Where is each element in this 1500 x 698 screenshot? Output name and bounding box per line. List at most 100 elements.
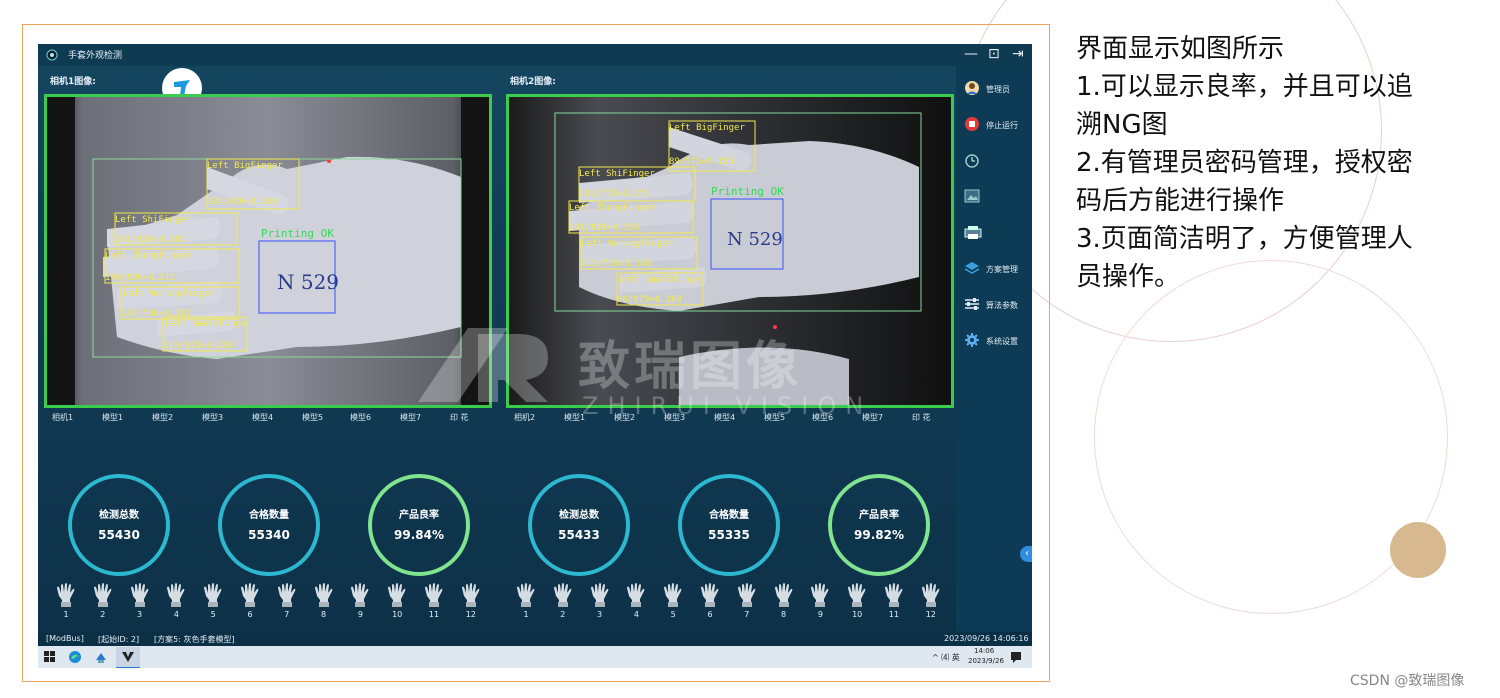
cam2-overlay-4-score: 98/579=0.169	[617, 295, 683, 305]
user-icon	[965, 81, 979, 95]
exit-button[interactable]: ⇥	[1012, 46, 1024, 62]
sidebar: 管理员 停止运行 方案管理 算法参数 系统设置 ‹	[956, 66, 1032, 632]
cam1-tab-model5[interactable]: 模型5	[302, 412, 323, 423]
glove-slot[interactable]: 8	[312, 582, 336, 619]
glove-slot-number: 3	[597, 610, 603, 619]
system-tray[interactable]: ^ ⑷ 英	[932, 652, 960, 663]
glove-slot-number: 9	[817, 610, 823, 619]
glove-icon	[885, 583, 903, 607]
sidebar-item-scheme[interactable]: 方案管理	[964, 260, 1032, 280]
glove-icon	[167, 583, 185, 607]
cam1-tab-print[interactable]: 印 花	[450, 412, 469, 423]
glove-slot[interactable]: 9	[808, 582, 832, 619]
windows-start-icon[interactable]	[44, 651, 56, 663]
glove-slot[interactable]: 12	[919, 582, 943, 619]
note-line: 2.有管理员密码管理，授权密	[1076, 148, 1413, 178]
sidebar-item-print[interactable]	[964, 224, 1032, 244]
gauge-value: 55335	[708, 528, 750, 542]
cam1-overlay-3-name: Left WumingFinger	[123, 289, 216, 299]
glove-slot-number: 6	[247, 610, 253, 619]
glove-slot[interactable]: 12	[459, 582, 483, 619]
glove-slot[interactable]: 1	[54, 582, 78, 619]
cam1-overlay-3-score: 147/786=0.187	[121, 309, 192, 319]
sidebar-item-algorithm[interactable]: 算法参数	[964, 296, 1032, 316]
sidebar-item-stop[interactable]: 停止运行	[964, 116, 1032, 136]
glove-slot[interactable]: 7	[735, 582, 759, 619]
sidebar-item-admin[interactable]: 管理员	[964, 80, 1032, 100]
glove-slot-number: 5	[670, 610, 676, 619]
chevron-left-icon: ‹	[1025, 548, 1029, 559]
glove-icon	[277, 583, 296, 607]
sidebar-item-images[interactable]	[964, 188, 1032, 208]
glove-slot[interactable]: 9	[348, 582, 372, 619]
glove-slot[interactable]: 3	[588, 582, 612, 619]
glove-slot[interactable]: 2	[551, 582, 575, 619]
cam2-tab-camera[interactable]: 相机2	[514, 412, 535, 423]
glove-slot-number: 7	[744, 610, 750, 619]
taskbar-time[interactable]: 14:06	[974, 647, 994, 655]
sliders-icon	[965, 298, 979, 310]
glove-slot[interactable]: 6	[238, 582, 262, 619]
gauge-label: 合格数量	[249, 510, 289, 521]
cam1-tab-camera[interactable]: 相机1	[52, 412, 73, 423]
taskbar-date[interactable]: 2023/9/26	[968, 657, 1004, 665]
restore-button[interactable]: ⊡	[988, 46, 1000, 62]
gauge-value: 99.82%	[854, 528, 904, 542]
cam1-overlay-1-name: Left ShiFinger	[115, 215, 191, 225]
glove-slot[interactable]: 3	[128, 582, 152, 619]
gauge-label: 检测总数	[99, 510, 139, 521]
cam1-tab-model2[interactable]: 模型2	[152, 412, 173, 423]
gauge-label: 产品良率	[859, 510, 899, 521]
cam2-tab-model4[interactable]: 模型4	[714, 412, 735, 423]
source-credit: CSDN @致瑞图像	[1350, 673, 1465, 689]
glove-slot[interactable]: 1	[514, 582, 538, 619]
glove-icon	[553, 583, 572, 607]
glove-slot[interactable]: 11	[422, 582, 446, 619]
taskbar-active-app[interactable]	[116, 647, 140, 668]
glove-slot-number: 4	[633, 610, 639, 619]
status-protocol: [ModBus]	[46, 634, 84, 643]
cam2-tab-model3[interactable]: 模型3	[664, 412, 685, 423]
glove-slot[interactable]: 11	[882, 582, 906, 619]
cam1-tab-model1[interactable]: 模型1	[102, 412, 123, 423]
glove-slot[interactable]: 5	[201, 582, 225, 619]
glove-slot[interactable]: 10	[385, 582, 409, 619]
glove-icon	[388, 583, 406, 607]
sidebar-item-settings[interactable]: 系统设置	[964, 332, 1032, 352]
sidebar-collapse-button[interactable]: ‹	[1020, 546, 1032, 562]
app-pinned-icon[interactable]	[94, 650, 108, 664]
cam1-tab-model3[interactable]: 模型3	[202, 412, 223, 423]
cam2-tab-model6[interactable]: 模型6	[812, 412, 833, 423]
glove-slot[interactable]: 4	[164, 582, 188, 619]
glove-slot-number: 8	[321, 610, 327, 619]
cam2-tab-model5[interactable]: 模型5	[764, 412, 785, 423]
cam1-tab-model7[interactable]: 模型7	[400, 412, 421, 423]
cam1-tab-model6[interactable]: 模型6	[350, 412, 371, 423]
cam2-tab-print[interactable]: 印 花	[912, 412, 931, 423]
cam2-tab-model2[interactable]: 模型2	[614, 412, 635, 423]
glove-slot[interactable]: 8	[772, 582, 796, 619]
glove-slot[interactable]: 6	[698, 582, 722, 619]
cam2-overlay-0-score: 89/575=0.155	[669, 157, 735, 167]
glove-slot[interactable]: 7	[275, 582, 299, 619]
glove-icon	[425, 583, 443, 607]
watermark-text-cn: 致瑞图像	[578, 337, 803, 397]
glove-icon	[848, 583, 866, 607]
sidebar-item-timer[interactable]	[964, 152, 1032, 172]
minimize-button[interactable]: —	[964, 46, 978, 62]
glove-icon	[57, 583, 75, 607]
glove-slot[interactable]: 4	[624, 582, 648, 619]
edge-browser-icon[interactable]	[68, 650, 82, 664]
status-bar: [ModBus] [起始ID: 2] [方案5: 灰色手套模型] 2023/09…	[38, 632, 1032, 646]
app-logo-icon	[46, 49, 58, 61]
glove-app-icon	[122, 652, 134, 662]
glove-slot[interactable]: 5	[661, 582, 685, 619]
notification-icon[interactable]	[1010, 651, 1022, 663]
cam2-tab-model1[interactable]: 模型1	[564, 412, 585, 423]
glove-slot-number: 2	[100, 610, 106, 619]
glove-slot[interactable]: 10	[845, 582, 869, 619]
cam2-tab-model7[interactable]: 模型7	[862, 412, 883, 423]
cam1-tab-model4[interactable]: 模型4	[252, 412, 273, 423]
glove-slot[interactable]: 2	[91, 582, 115, 619]
glove-icon	[351, 583, 369, 607]
